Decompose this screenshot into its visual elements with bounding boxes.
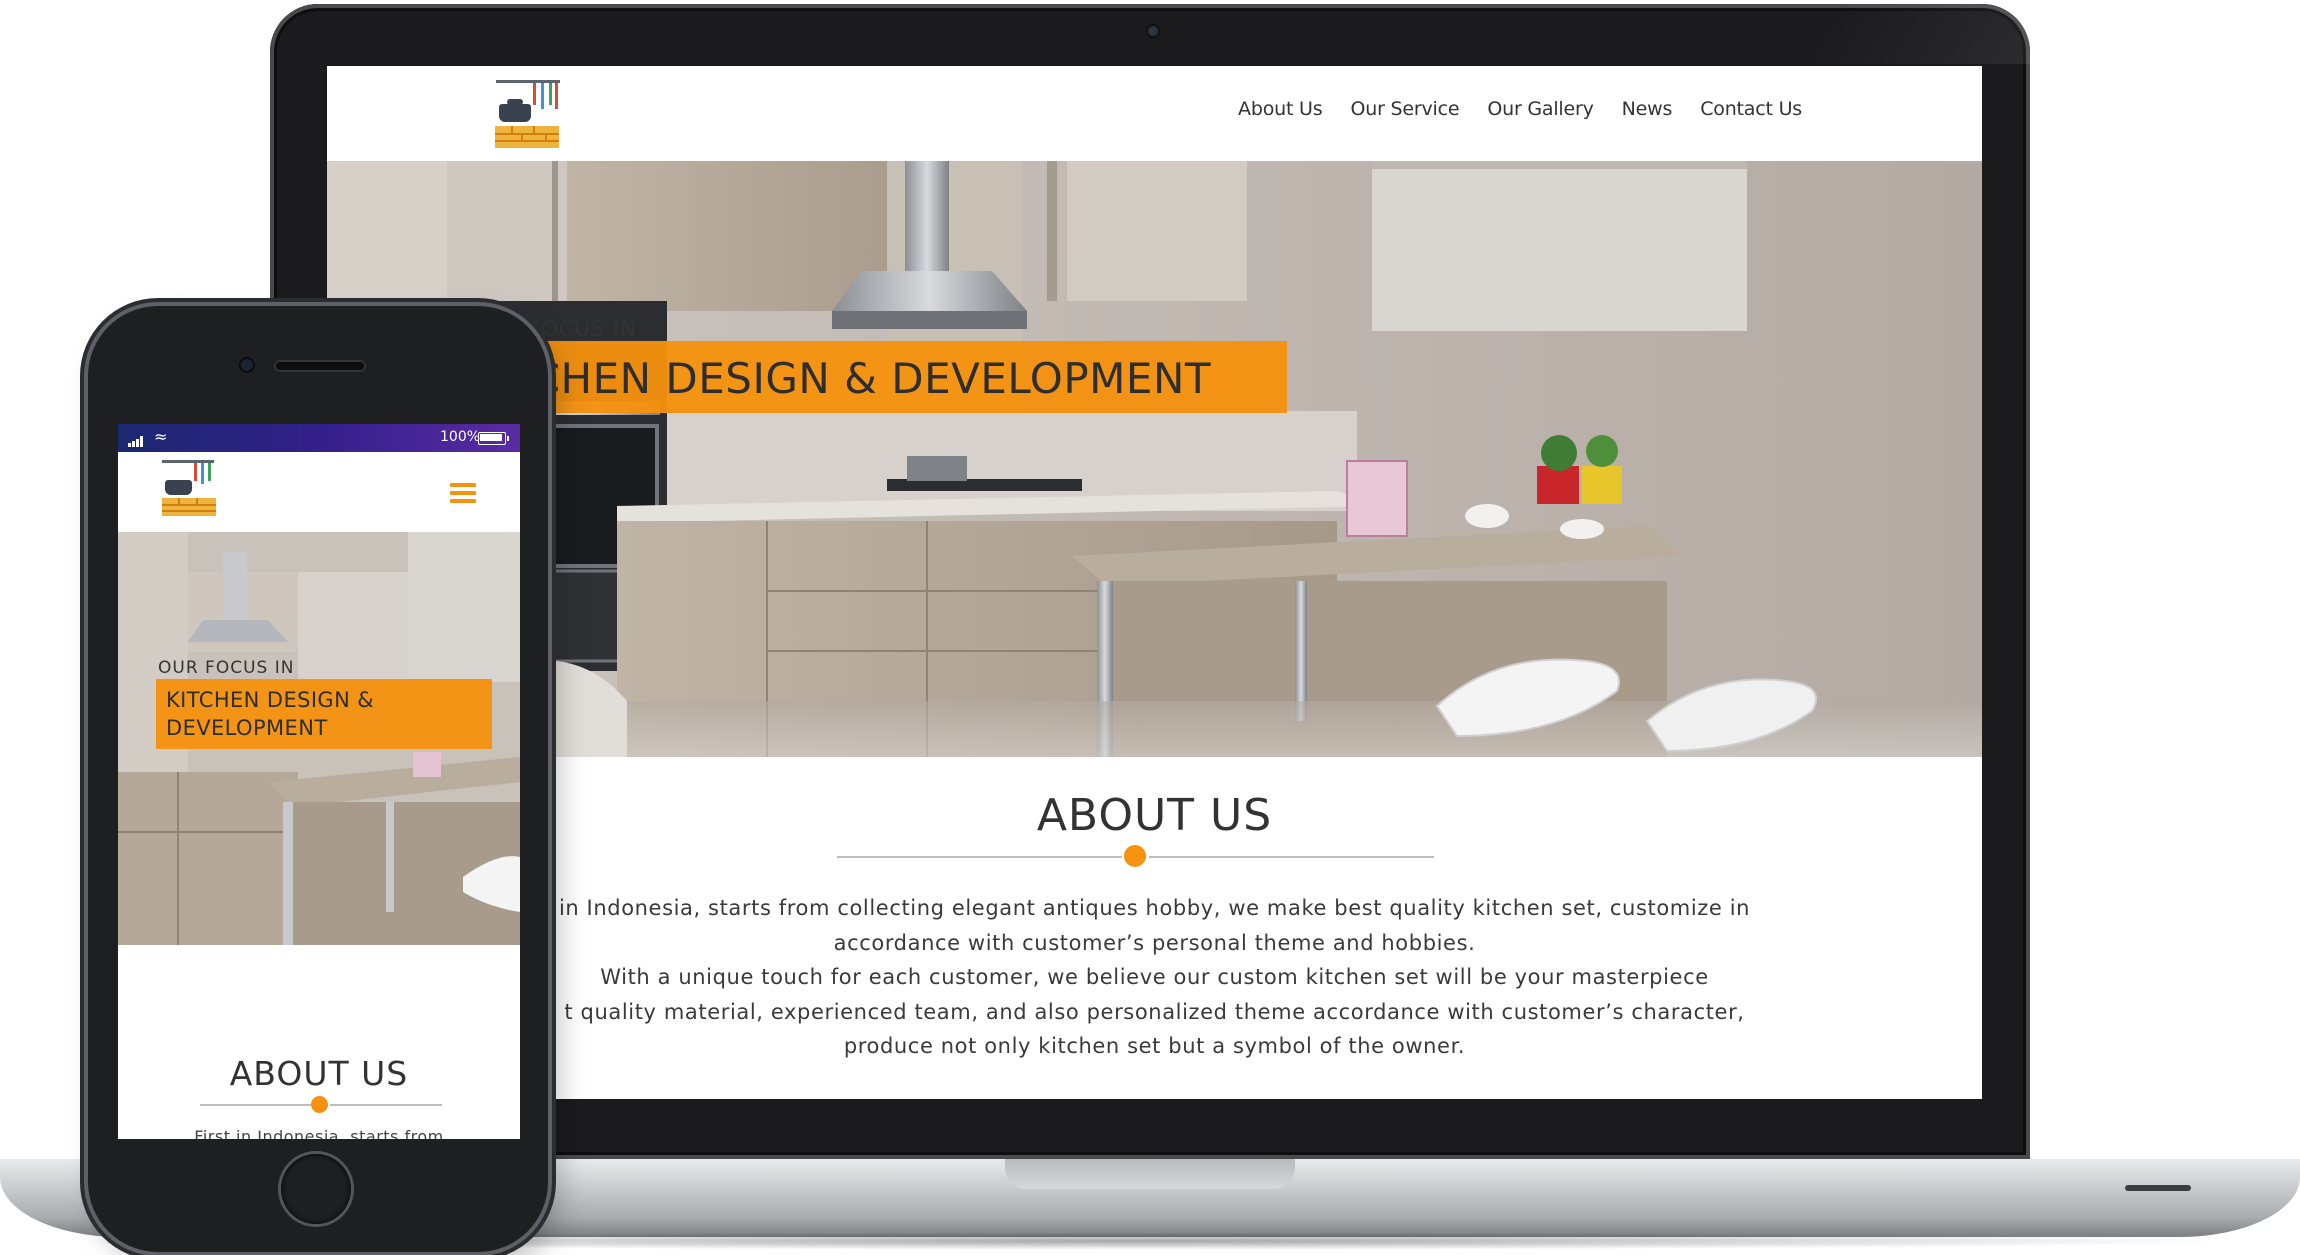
home-button[interactable] bbox=[281, 1154, 351, 1224]
mobile-about-text: First in Indonesia, starts from bbox=[194, 1127, 444, 1139]
signal-bars-icon bbox=[128, 431, 144, 447]
phone-device: ≈ 100% OUR FOCUS IN KITCHEN DESIGN & DEV… bbox=[88, 306, 548, 1252]
mobile-website: ≈ 100% OUR FOCUS IN KITCHEN DESIGN & DEV… bbox=[118, 424, 520, 1139]
mobile-header bbox=[118, 452, 520, 532]
device-mockup-stage: About Us Our Service Our Gallery News Co… bbox=[0, 0, 2300, 1255]
mobile-about-divider-left bbox=[200, 1104, 312, 1106]
wifi-icon: ≈ bbox=[154, 427, 168, 446]
mobile-hero-title: KITCHEN DESIGN & DEVELOPMENT bbox=[166, 688, 375, 740]
site-logo-icon[interactable] bbox=[493, 80, 563, 150]
about-divider-left bbox=[837, 856, 1122, 858]
mobile-about-divider-dot bbox=[311, 1096, 328, 1113]
desktop-website: About Us Our Service Our Gallery News Co… bbox=[327, 66, 1982, 1099]
kitchen-photo bbox=[327, 161, 1982, 757]
about-text: in Indonesia, starts from collecting ele… bbox=[327, 891, 1982, 1064]
about-divider-dot bbox=[1124, 845, 1146, 867]
about-title: ABOUT US bbox=[1036, 790, 1273, 841]
mobile-about-title: ABOUT US bbox=[229, 1054, 409, 1093]
webcam-icon bbox=[1148, 26, 1158, 36]
about-line-1: in Indonesia, starts from collecting ele… bbox=[558, 896, 1751, 920]
nav-about-us[interactable]: About Us bbox=[1238, 98, 1323, 120]
about-line-5: produce not only kitchen set but a symbo… bbox=[843, 1034, 1466, 1058]
nav-our-service[interactable]: Our Service bbox=[1350, 98, 1459, 120]
about-line-3: With a unique touch for each customer, w… bbox=[600, 965, 1709, 989]
mobile-hero-kicker: OUR FOCUS IN bbox=[158, 658, 295, 678]
front-camera-icon bbox=[241, 359, 253, 371]
about-divider-right bbox=[1149, 856, 1434, 858]
status-bar: ≈ 100% bbox=[118, 424, 520, 452]
site-header: About Us Our Service Our Gallery News Co… bbox=[327, 66, 1982, 161]
mobile-hero-banner: OUR FOCUS IN KITCHEN DESIGN & DEVELOPMEN… bbox=[118, 532, 520, 945]
nav-news[interactable]: News bbox=[1622, 98, 1673, 120]
battery-percentage: 100% bbox=[440, 429, 481, 445]
hero-title: TCHEN DESIGN & DEVELOPMENT bbox=[507, 354, 1212, 403]
mobile-about-divider-right bbox=[330, 1104, 442, 1106]
about-line-4: t quality material, experienced team, an… bbox=[564, 999, 1745, 1024]
laptop-vent bbox=[2125, 1185, 2191, 1191]
lid-glare bbox=[1802, 4, 2030, 64]
hero-banner: R FOCUS IN TCHEN DESIGN & DEVELOPMENT bbox=[327, 161, 1982, 757]
laptop-lid-notch bbox=[1005, 1159, 1295, 1189]
battery-icon bbox=[478, 432, 509, 445]
about-line-2: accordance with customer’s personal them… bbox=[833, 930, 1476, 955]
main-nav: About Us Our Service Our Gallery News Co… bbox=[1238, 98, 1802, 120]
earpiece-speaker bbox=[276, 362, 364, 370]
mobile-logo-icon[interactable] bbox=[160, 460, 220, 520]
nav-our-gallery[interactable]: Our Gallery bbox=[1487, 98, 1594, 120]
hamburger-menu-icon[interactable] bbox=[450, 483, 476, 503]
nav-contact-us[interactable]: Contact Us bbox=[1700, 98, 1802, 120]
